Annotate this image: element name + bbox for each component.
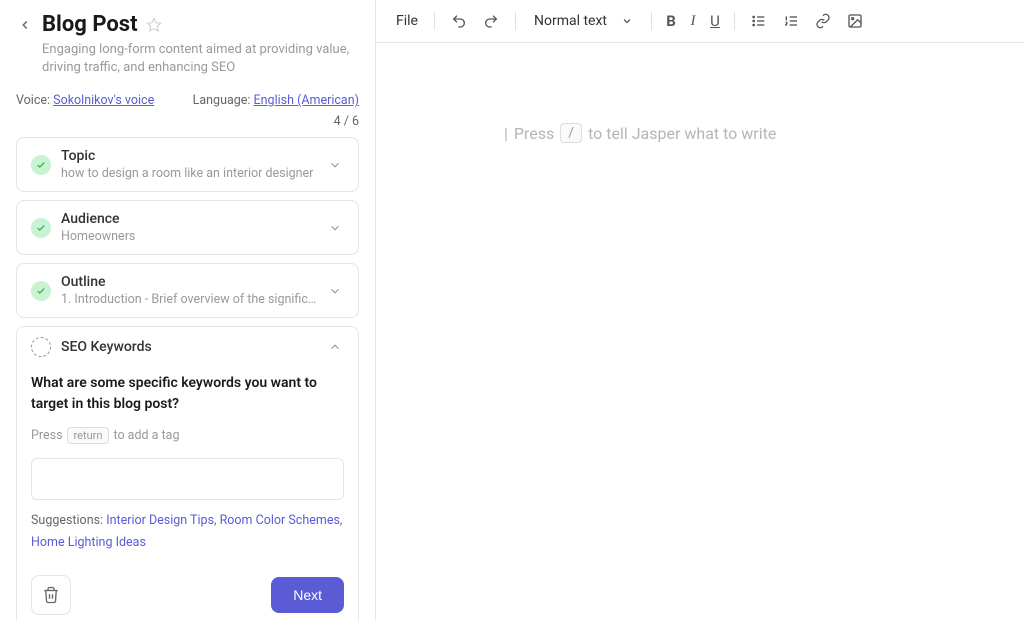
underline-button[interactable]: U	[706, 8, 724, 34]
meta-row: Voice: Sokolnikov's voice Language: Engl…	[16, 93, 359, 108]
divider	[734, 12, 735, 30]
chevron-down-icon	[328, 283, 344, 299]
delete-button[interactable]	[31, 575, 71, 615]
page-title: Blog Post	[42, 12, 138, 37]
section-seo-header[interactable]: SEO Keywords	[17, 327, 358, 367]
image-icon	[847, 13, 863, 29]
suggestion-link[interactable]: Interior Design Tips	[106, 513, 214, 528]
slash-key: /	[560, 123, 582, 143]
undo-icon	[451, 13, 467, 29]
section-title: Topic	[61, 148, 318, 164]
voice-link[interactable]: Sokolnikov's voice	[53, 93, 154, 108]
numbered-list-button[interactable]	[777, 9, 805, 33]
file-menu[interactable]: File	[390, 9, 424, 33]
bullet-list-button[interactable]	[745, 9, 773, 33]
editor-panel: File Normal text B I U |Pr	[376, 0, 1024, 621]
editor-toolbar: File Normal text B I U	[376, 0, 1024, 43]
numbered-list-icon	[783, 13, 799, 29]
link-icon	[815, 13, 831, 29]
redo-button[interactable]	[477, 9, 505, 33]
redo-icon	[483, 13, 499, 29]
suggestions: Suggestions: Interior Design Tips, Room …	[31, 510, 344, 553]
section-subtitle: how to design a room like an interior de…	[61, 166, 318, 181]
section-topic-header[interactable]: Topic how to design a room like an inter…	[17, 138, 358, 191]
link-button[interactable]	[809, 9, 837, 33]
section-audience: Audience Homeowners	[16, 200, 359, 255]
chevron-up-icon	[328, 339, 344, 355]
pending-icon	[31, 337, 51, 357]
return-key: return	[67, 427, 110, 444]
editor-placeholder: |Press / to tell Jasper what to write	[504, 123, 984, 143]
editor-content[interactable]: |Press / to tell Jasper what to write	[376, 43, 1024, 621]
check-icon	[31, 218, 51, 238]
bold-button[interactable]: B	[662, 8, 680, 34]
undo-button[interactable]	[445, 9, 473, 33]
voice-label: Voice:	[16, 93, 50, 108]
trash-icon	[42, 586, 60, 604]
divider	[434, 12, 435, 30]
chevron-down-icon	[621, 15, 633, 27]
language-label: Language:	[193, 93, 251, 108]
section-title: Outline	[61, 274, 318, 290]
keyword-input[interactable]	[31, 458, 344, 500]
section-subtitle: 1. Introduction - Brief overview of the …	[61, 292, 318, 307]
italic-button[interactable]: I	[684, 9, 702, 34]
section-audience-header[interactable]: Audience Homeowners	[17, 201, 358, 254]
section-seo: SEO Keywords What are some specific keyw…	[16, 326, 359, 621]
page-description: Engaging long-form content aimed at prov…	[42, 41, 359, 77]
chevron-down-icon	[328, 220, 344, 236]
section-title: Audience	[61, 211, 318, 227]
check-icon	[31, 155, 51, 175]
section-subtitle: Homeowners	[61, 229, 318, 244]
section-outline-header[interactable]: Outline 1. Introduction - Brief overview…	[17, 264, 358, 317]
divider	[515, 12, 516, 30]
section-outline: Outline 1. Introduction - Brief overview…	[16, 263, 359, 318]
next-button[interactable]: Next	[271, 577, 344, 613]
chevron-down-icon	[328, 157, 344, 173]
image-button[interactable]	[841, 9, 869, 33]
back-button[interactable]	[16, 16, 34, 34]
section-topic: Topic how to design a room like an inter…	[16, 137, 359, 192]
favorite-star-icon[interactable]	[146, 17, 162, 33]
header-row: Blog Post	[16, 12, 359, 37]
format-select[interactable]: Normal text	[526, 9, 641, 33]
seo-hint: Press return to add a tag	[31, 427, 344, 444]
section-title: SEO Keywords	[61, 339, 318, 355]
seo-question: What are some specific keywords you want…	[31, 373, 344, 415]
language-link[interactable]: English (American)	[254, 93, 359, 108]
check-icon	[31, 281, 51, 301]
bullet-list-icon	[751, 13, 767, 29]
suggestion-link[interactable]: Home Lighting Ideas	[31, 535, 146, 550]
divider	[651, 12, 652, 30]
progress-indicator: 4 / 6	[16, 114, 359, 129]
sidebar: Blog Post Engaging long-form content aim…	[0, 0, 376, 621]
suggestion-link[interactable]: Room Color Schemes	[220, 513, 340, 528]
